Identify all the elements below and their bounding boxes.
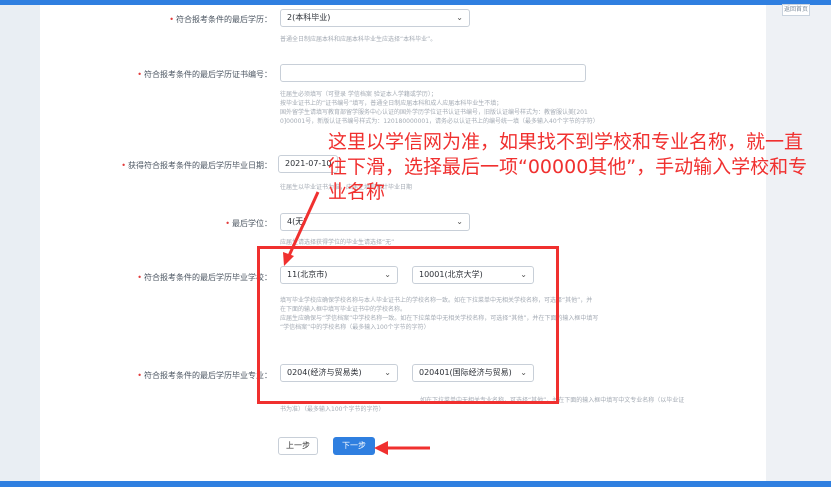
annotation-arrowhead-next [374,441,388,455]
annotation-arrows [283,191,430,455]
annotation-arrowhead-box [283,252,294,266]
bottom-bar [0,481,831,487]
annotation-arrow-to-box [286,191,320,259]
